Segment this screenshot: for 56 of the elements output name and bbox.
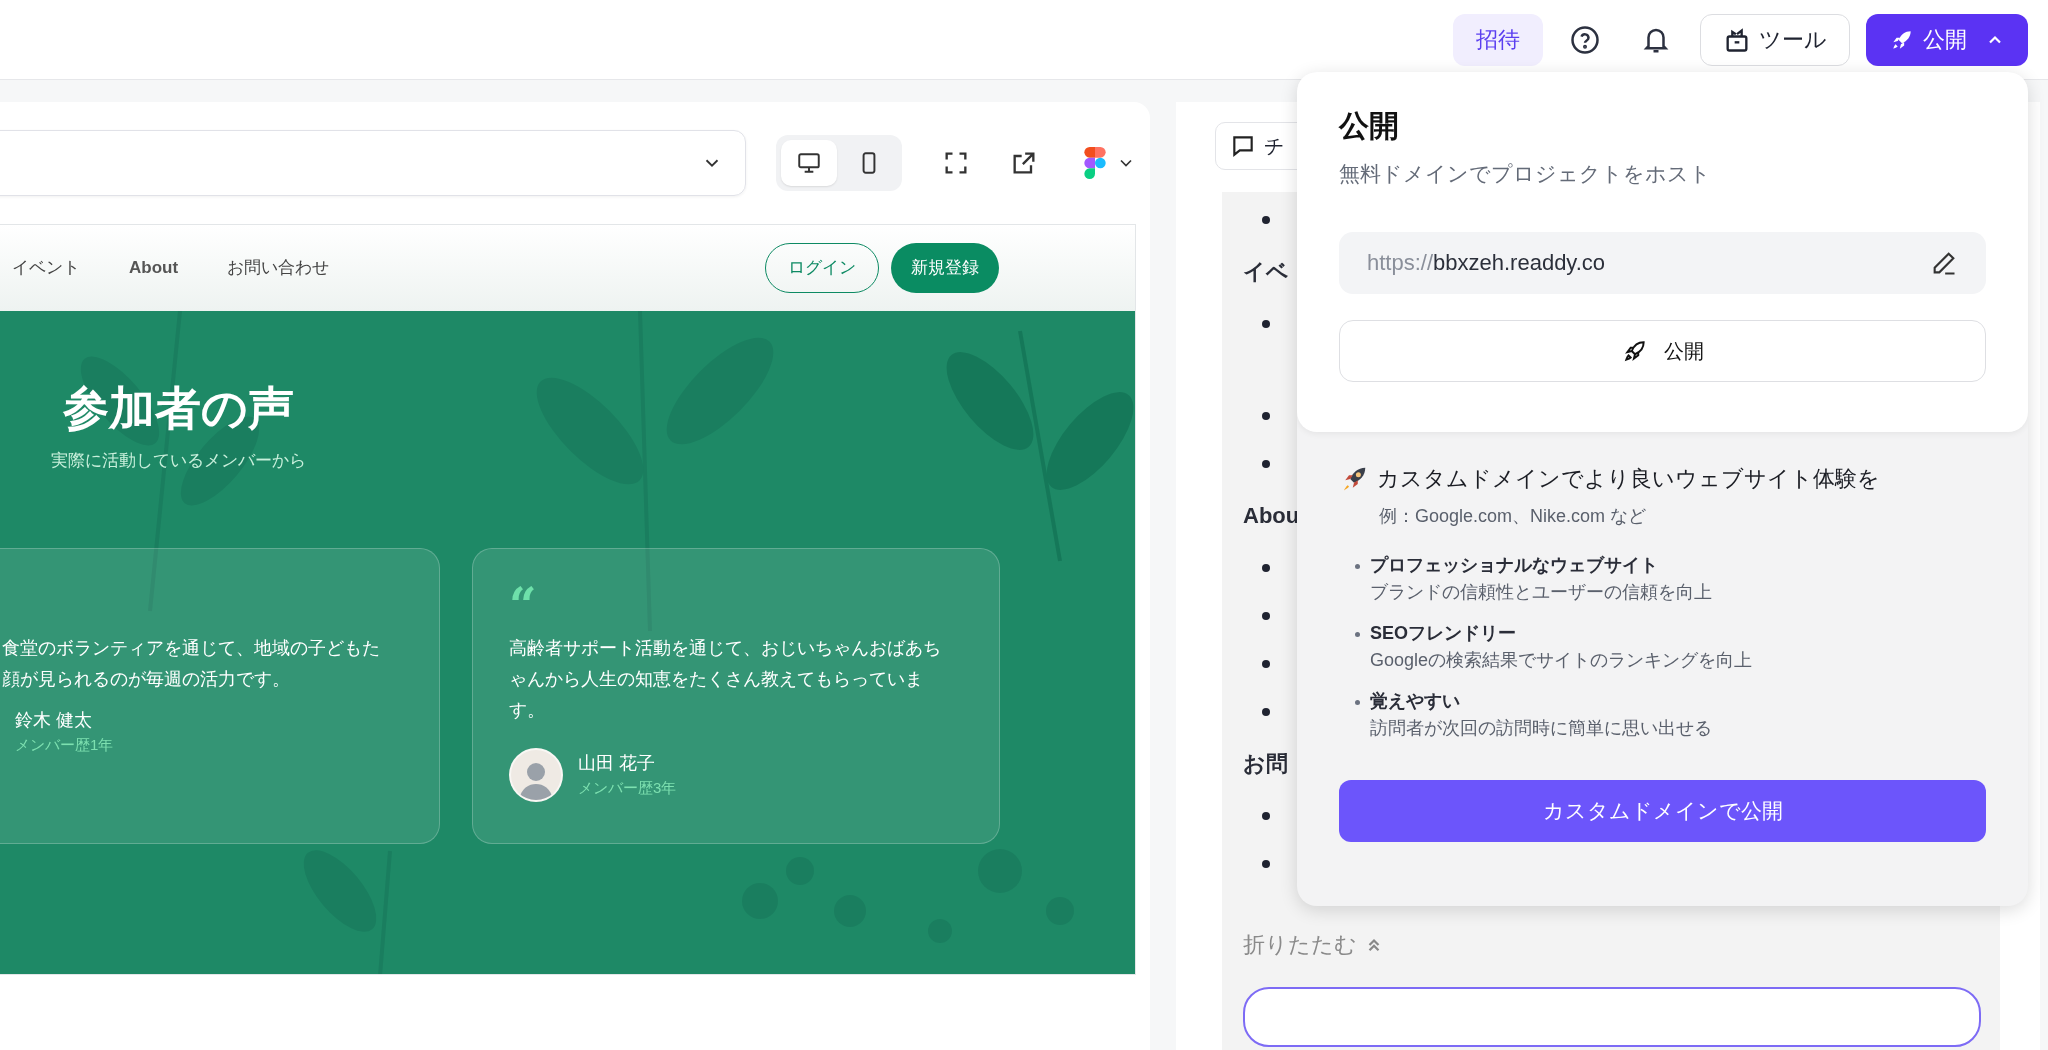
section-heading: お問 bbox=[1243, 750, 1288, 778]
quote-line: 高齢者サポート活動を通じて、おじいちゃんおばあち bbox=[509, 636, 941, 660]
bullet-icon bbox=[1262, 460, 1270, 468]
example-text: 例：Google.com、Nike.com など bbox=[1379, 505, 1648, 528]
bullet-icon bbox=[1262, 612, 1270, 620]
login-button[interactable]: ログイン bbox=[765, 243, 879, 293]
popover-title: 公開 bbox=[1339, 108, 1400, 144]
quote-line: 顔が見られるのが毎週の活力です。 bbox=[2, 667, 290, 691]
section-heading: イベ bbox=[1243, 258, 1289, 286]
member-tenure: メンバー歴3年 bbox=[578, 777, 677, 798]
member-tenure: メンバー歴1年 bbox=[15, 734, 114, 755]
popover-subtitle: 無料ドメインでプロジェクトをホスト bbox=[1339, 161, 1712, 187]
promo-heading: カスタムドメインでより良いウェブサイト体験を bbox=[1377, 465, 1880, 493]
bullet-icon bbox=[1262, 812, 1270, 820]
chat-input-field[interactable] bbox=[1243, 987, 1981, 1047]
feature-description: 訪問者が次回の訪問時に簡単に思い出せる bbox=[1370, 717, 1712, 740]
member-name: 山田 花子 bbox=[578, 751, 656, 775]
bullet-icon bbox=[1355, 564, 1360, 569]
feature-title: プロフェッショナルなウェブサイト bbox=[1370, 554, 1659, 577]
section-subtitle: 実際に活動しているメンバーから bbox=[49, 450, 307, 473]
member-name: 鈴木 健太 bbox=[15, 708, 93, 732]
nav-link[interactable]: About bbox=[129, 255, 179, 281]
feature-title: 覚えやすい bbox=[1370, 690, 1461, 713]
bullet-icon bbox=[1262, 564, 1270, 572]
feature-description: ブランドの信頼性とユーザーの信頼を向上 bbox=[1370, 581, 1712, 604]
section-title: 参加者の声 bbox=[61, 381, 295, 436]
bullet-icon bbox=[1355, 700, 1360, 705]
invite-button[interactable]: 招待 bbox=[1453, 13, 1543, 66]
section-heading: Abou bbox=[1243, 502, 1300, 530]
custom-domain-publish-button[interactable]: カスタムドメインで公開 bbox=[1339, 780, 1986, 842]
publish-site-button[interactable]: 公開 bbox=[1339, 319, 1986, 382]
nav-link[interactable]: お問い合わせ bbox=[227, 255, 330, 281]
bullet-icon bbox=[1262, 708, 1270, 716]
signup-button[interactable]: 新規登録 bbox=[891, 243, 999, 293]
publish-button[interactable]: 公開 bbox=[1866, 13, 2028, 66]
quote-line: す。 bbox=[509, 698, 545, 722]
page-select-field[interactable] bbox=[0, 130, 746, 196]
nav-link[interactable]: イベント bbox=[12, 255, 80, 281]
bullet-icon bbox=[1355, 632, 1360, 637]
bullet-icon bbox=[1262, 320, 1270, 328]
bullet-icon bbox=[1262, 660, 1270, 668]
feature-description: Googleの検索結果でサイトのランキングを向上 bbox=[1370, 649, 1753, 672]
chat-icon bbox=[1230, 133, 1256, 159]
feature-title: SEOフレンドリー bbox=[1370, 622, 1517, 645]
quote-line: 食堂のボランティアを通じて、地域の子どもた bbox=[2, 636, 380, 660]
quote-mark: “ bbox=[509, 582, 538, 627]
desktop-view-button[interactable] bbox=[781, 140, 837, 186]
bullet-icon bbox=[1262, 860, 1270, 868]
bullet-icon bbox=[1262, 412, 1270, 420]
quote-line: ゃんから人生の知恵をたくさん教えてもらっていま bbox=[509, 667, 923, 691]
url-field[interactable]: https://bbxzeh.readdy.co bbox=[1339, 231, 1986, 294]
tools-button[interactable]: ツール bbox=[1700, 13, 1850, 66]
bullet-icon bbox=[1262, 216, 1270, 224]
monitor-icon bbox=[796, 150, 822, 176]
help-icon[interactable] bbox=[1570, 24, 1600, 55]
figma-logo-icon[interactable] bbox=[1084, 147, 1106, 179]
